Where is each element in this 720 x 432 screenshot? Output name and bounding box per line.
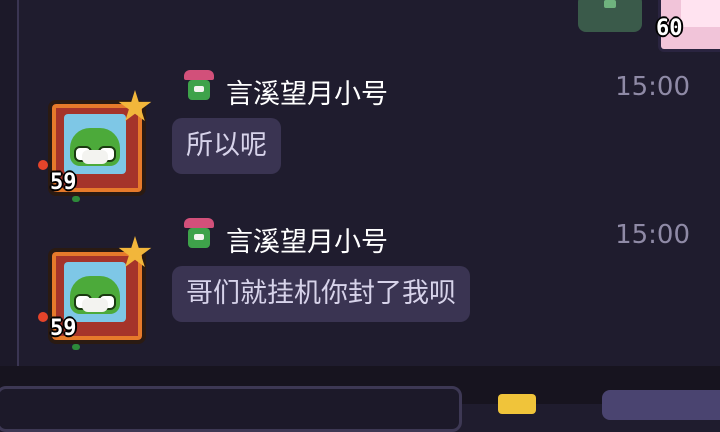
sender-name[interactable]: 言溪望月小号	[226, 220, 388, 259]
badge-cap	[184, 218, 214, 228]
message-bubble[interactable]: 哥们就挂机你封了我呗	[172, 266, 470, 322]
sender-name[interactable]: 言溪望月小号	[226, 72, 388, 111]
send-button[interactable]	[602, 390, 720, 420]
badge-face	[188, 80, 210, 100]
leaf-decor-icon	[72, 196, 80, 202]
frog-belly	[82, 298, 108, 312]
message-time: 15:00	[615, 220, 690, 250]
message-time: 15:00	[615, 72, 690, 102]
badge-cap	[184, 70, 214, 80]
message-bubble[interactable]: 所以呢	[172, 118, 281, 174]
chat-input[interactable]	[0, 386, 462, 432]
emoji-button-icon[interactable]	[498, 394, 536, 414]
partner-avatar-image	[681, 0, 720, 27]
flower-decor-icon	[38, 160, 48, 170]
frog-belly	[82, 150, 108, 164]
user-level: 59	[50, 170, 77, 195]
flower-pot-badge-icon	[180, 218, 218, 254]
flower-decor-icon	[38, 312, 48, 322]
flower-pot-badge-icon	[180, 70, 218, 106]
leaf-decor-icon	[72, 344, 80, 350]
chat-message: 59 言溪望月小号 15:00 哥们就挂机你封了我呗	[0, 208, 720, 358]
chat-message: 59 言溪望月小号 15:00 所以呢	[0, 60, 720, 210]
previous-message-bubble[interactable]	[578, 0, 642, 32]
user-level: 59	[50, 316, 77, 341]
badge-face	[188, 228, 210, 248]
clover-icon	[604, 0, 616, 8]
partner-level: 60	[656, 16, 683, 41]
